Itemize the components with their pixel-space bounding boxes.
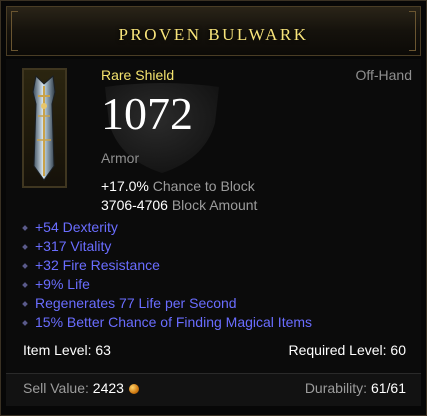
item-icon-frame bbox=[22, 68, 67, 188]
affix-text: +9% Life bbox=[35, 276, 90, 292]
durability-label: Durability: bbox=[304, 380, 368, 396]
affix-text: Regenerates 77 Life per Second bbox=[35, 295, 237, 311]
affix-text: 15% Better Chance of Finding Magical Ite… bbox=[35, 314, 313, 330]
armor-label: Armor bbox=[101, 150, 140, 166]
affix-item: +32 Fire Resistance bbox=[22, 257, 160, 273]
sell-value: Sell Value: 2423 bbox=[23, 380, 139, 396]
item-slot: Off-Hand bbox=[355, 67, 412, 83]
item-tooltip: PROVEN BULWARK Rare Shield Off-Hand 1072… bbox=[0, 0, 427, 416]
gold-coin-icon bbox=[128, 384, 139, 394]
shield-icon bbox=[32, 74, 56, 181]
bullet-icon bbox=[22, 282, 28, 288]
block-chance-value: +17.0% bbox=[101, 178, 149, 194]
sell-value-label: Sell Value: bbox=[23, 380, 89, 396]
item-quality: Rare Shield bbox=[101, 67, 175, 83]
block-amount-label: Block Amount bbox=[171, 197, 258, 213]
block-chance-label: Chance to Block bbox=[152, 178, 255, 194]
block-amount-value: 3706-4706 bbox=[101, 197, 168, 213]
affix-item: Regenerates 77 Life per Second bbox=[22, 295, 237, 311]
affix-text: +54 Dexterity bbox=[35, 219, 118, 235]
affix-item: +9% Life bbox=[22, 276, 90, 292]
bullet-icon bbox=[22, 301, 28, 307]
affix-text: +317 Vitality bbox=[35, 238, 112, 254]
affix-text: +32 Fire Resistance bbox=[35, 257, 160, 273]
block-chance-stat: +17.0% Chance to Block bbox=[101, 178, 255, 194]
block-amount-stat: 3706-4706 Block Amount bbox=[101, 197, 257, 213]
durability: Durability: 61/61 bbox=[305, 380, 406, 396]
affix-item: 15% Better Chance of Finding Magical Ite… bbox=[22, 314, 313, 330]
bullet-icon bbox=[22, 244, 28, 250]
item-name: PROVEN BULWARK bbox=[118, 25, 309, 44]
affix-item: +54 Dexterity bbox=[22, 219, 118, 235]
item-level: Item Level: 63 bbox=[23, 342, 111, 358]
durability-value: 61/61 bbox=[370, 380, 406, 396]
required-level: Required Level: 60 bbox=[288, 342, 406, 358]
bullet-icon bbox=[22, 263, 28, 269]
sell-value-amount: 2423 bbox=[92, 380, 124, 396]
affix-item: +317 Vitality bbox=[22, 238, 112, 254]
armor-value: 1072 bbox=[101, 88, 193, 139]
bullet-icon bbox=[22, 320, 28, 326]
tooltip-header: PROVEN BULWARK bbox=[6, 6, 421, 56]
bullet-icon bbox=[22, 225, 28, 231]
